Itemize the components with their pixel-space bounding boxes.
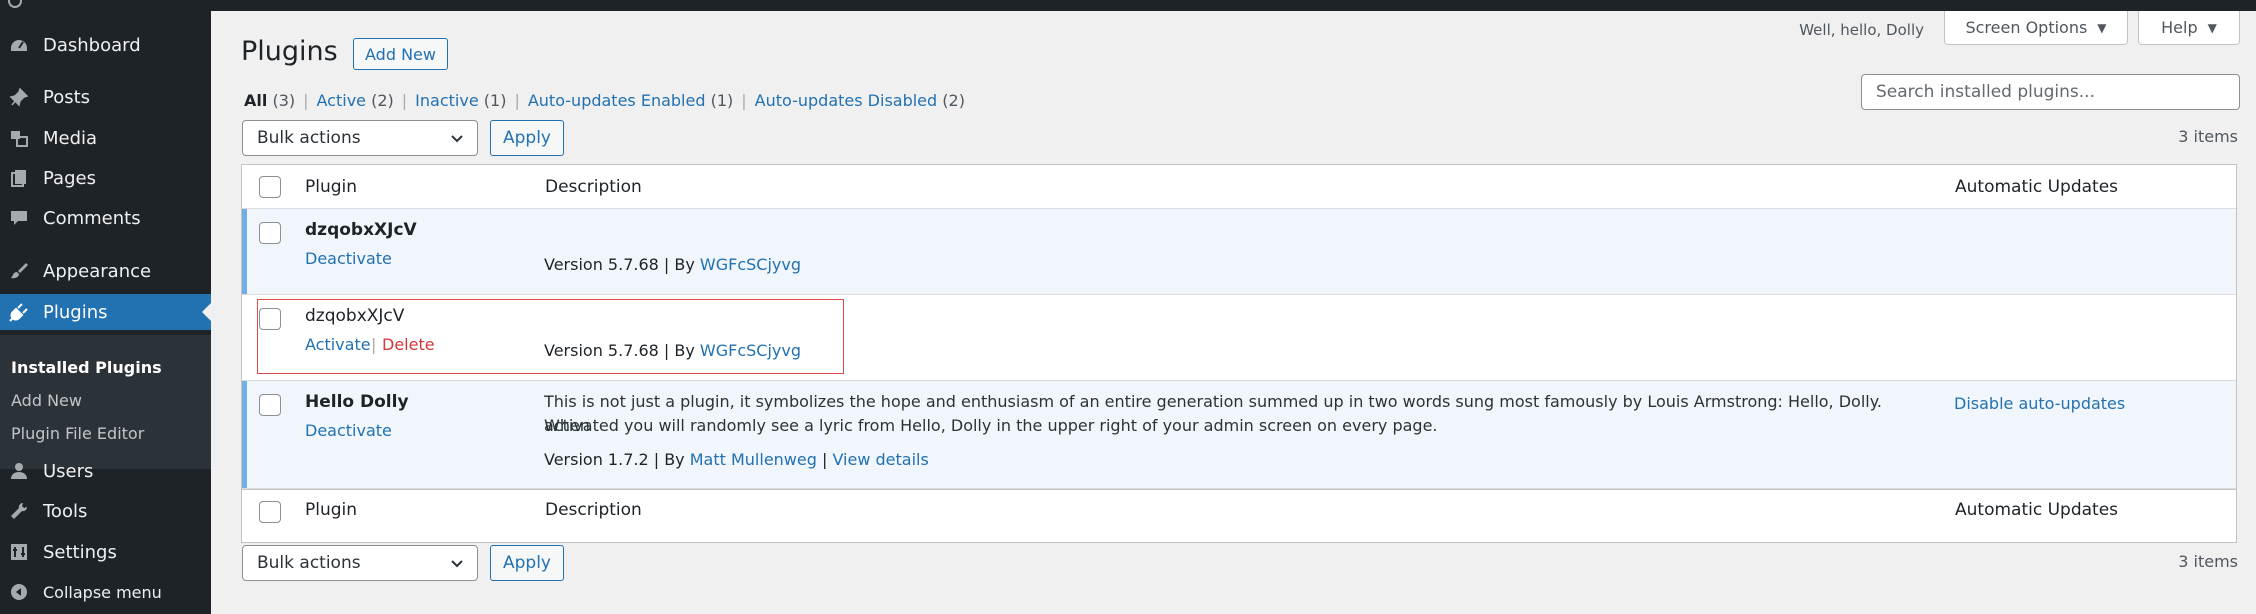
sidebar-item-users[interactable]: Users xyxy=(0,453,211,489)
caret-down-icon: ▼ xyxy=(2097,20,2107,35)
sidebar-item-collapse-menu[interactable]: Collapse menu xyxy=(0,574,211,610)
user-greeting[interactable]: Well, hello, Dolly xyxy=(1799,21,1924,39)
collapse-icon xyxy=(7,580,31,604)
submenu-installed-plugins[interactable]: Installed Plugins xyxy=(11,358,162,377)
comment-icon xyxy=(7,206,31,230)
sidebar-item-pages[interactable]: Pages xyxy=(0,160,211,196)
column-footer-plugin: Plugin xyxy=(305,500,358,520)
user-icon xyxy=(7,459,31,483)
apply-button-top[interactable]: Apply xyxy=(490,120,564,156)
sidebar-item-comments[interactable]: Comments xyxy=(0,200,211,236)
select-all-checkbox-footer[interactable] xyxy=(259,501,281,523)
bulk-actions-select-bottom[interactable]: Bulk actions xyxy=(242,545,478,581)
deactivate-link[interactable]: Deactivate xyxy=(305,249,392,268)
chevron-down-icon xyxy=(451,560,463,568)
admin-bar xyxy=(0,0,2256,11)
chevron-down-icon xyxy=(451,135,463,143)
sidebar-item-tools[interactable]: Tools xyxy=(0,493,211,529)
items-count-top: 3 items xyxy=(2178,127,2238,146)
filter-all[interactable]: All xyxy=(244,91,267,110)
wordpress-logo-icon[interactable] xyxy=(8,0,22,8)
apply-button-bottom[interactable]: Apply xyxy=(490,545,564,581)
caret-down-icon: ▼ xyxy=(2207,20,2217,35)
wrench-icon xyxy=(7,499,31,523)
table-footer: Plugin Description Automatic Updates xyxy=(242,489,2236,533)
dashboard-icon xyxy=(7,33,31,57)
screen-options-button[interactable]: Screen Options ▼ xyxy=(1944,11,2128,45)
sidebar-item-media[interactable]: Media xyxy=(0,120,211,156)
help-button[interactable]: Help ▼ xyxy=(2138,11,2240,45)
plugin-version-info: Version 5.7.68 | By WGFcSCjyvg xyxy=(544,255,801,274)
column-header-description: Description xyxy=(545,177,642,197)
page-icon xyxy=(7,166,31,190)
author-link[interactable]: Matt Mullenweg xyxy=(690,450,817,469)
select-all-checkbox[interactable] xyxy=(259,176,281,198)
plugin-name: dzqobxXJcV xyxy=(305,220,417,240)
view-details-link[interactable]: View details xyxy=(832,450,928,469)
page-title: Plugins xyxy=(241,36,338,67)
author-link[interactable]: WGFcSCjyvg xyxy=(700,255,801,274)
items-count-bottom: 3 items xyxy=(2178,552,2238,571)
sidebar-item-dashboard[interactable]: Dashboard xyxy=(0,27,211,63)
sidebar-item-plugins[interactable]: Plugins xyxy=(0,294,211,330)
sidebar-item-settings[interactable]: Settings xyxy=(0,534,211,570)
table-row: dzqobxXJcV Deactivate Version 5.7.68 | B… xyxy=(242,209,2236,295)
disable-auto-updates-link[interactable]: Disable auto-updates xyxy=(1954,394,2125,413)
submenu-add-new[interactable]: Add New xyxy=(11,391,82,410)
admin-sidebar: Dashboard Posts Media Pages Comments App… xyxy=(0,11,211,614)
plugins-submenu: Installed Plugins Add New Plugin File Ed… xyxy=(0,335,211,469)
bulk-actions-select-top[interactable]: Bulk actions xyxy=(242,120,478,156)
filter-inactive[interactable]: Inactive xyxy=(415,91,479,110)
sidebar-item-posts[interactable]: Posts xyxy=(0,79,211,115)
deactivate-link[interactable]: Deactivate xyxy=(305,421,392,440)
brush-icon xyxy=(7,259,31,283)
plugin-description-line-2: activated you will randomly see a lyric … xyxy=(544,416,1438,435)
settings-icon xyxy=(7,540,31,564)
plugin-status-filters: All (3) | Active (2) | Inactive (1) | Auto-upd… xyxy=(244,91,965,110)
column-footer-automatic-updates: Automatic Updates xyxy=(1955,500,2119,520)
filter-auto-updates-disabled[interactable]: Auto-updates Disabled xyxy=(755,91,938,110)
search-plugins-input[interactable] xyxy=(1861,74,2240,110)
submenu-plugin-file-editor[interactable]: Plugin File Editor xyxy=(11,424,144,443)
sidebar-item-appearance[interactable]: Appearance xyxy=(0,253,211,289)
column-footer-description: Description xyxy=(545,500,642,520)
plugin-version-info: Version 1.7.2 | By Matt Mullenweg | View… xyxy=(544,450,929,469)
filter-auto-updates-enabled[interactable]: Auto-updates Enabled xyxy=(528,91,706,110)
column-header-plugin: Plugin xyxy=(305,177,358,197)
plugin-name: Hello Dolly xyxy=(305,392,409,412)
highlight-box xyxy=(257,299,844,374)
plug-icon xyxy=(7,300,31,324)
table-row: Hello Dolly Deactivate This is not just … xyxy=(242,381,2236,489)
row-checkbox[interactable] xyxy=(259,394,281,416)
row-checkbox[interactable] xyxy=(259,222,281,244)
pin-icon xyxy=(7,85,31,109)
table-header: Plugin Description Automatic Updates xyxy=(242,165,2236,209)
media-icon xyxy=(7,126,31,150)
column-header-automatic-updates: Automatic Updates xyxy=(1955,177,2119,197)
filter-active[interactable]: Active xyxy=(317,91,367,110)
add-new-plugin-button[interactable]: Add New xyxy=(353,38,448,70)
